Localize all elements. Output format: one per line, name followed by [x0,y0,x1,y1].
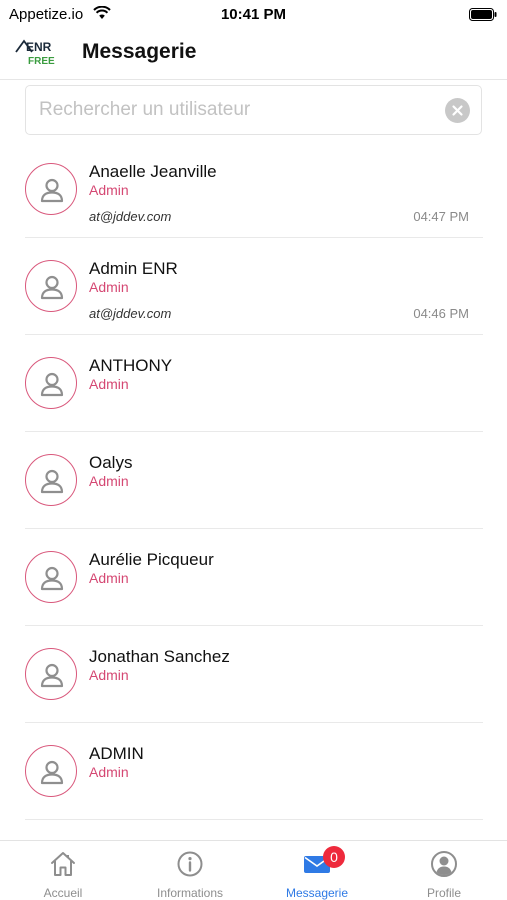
tab-informations[interactable]: Informations [127,841,253,900]
info-icon [176,850,204,878]
user-icon [40,372,64,397]
user-role: Admin [89,667,129,683]
user-role: Admin [89,473,129,489]
tab-profile[interactable]: Profile [381,841,507,900]
user-icon [40,275,64,300]
user-icon [40,178,64,203]
avatar [25,163,77,215]
tab-label: Informations [156,886,224,900]
user-row[interactable]: Admin ENR Admin at@jddev.com 04:46 PM [25,238,483,335]
battery-icon [469,8,497,21]
clock: 10:41 PM [220,6,287,23]
user-row[interactable]: Aurélie Picqueur Admin [25,529,483,626]
user-name: Aurélie Picqueur [89,550,214,569]
user-email: at@jddev.com [89,306,172,321]
user-row[interactable]: Jonathan Sanchez Admin [25,626,483,723]
search-box [25,85,482,135]
user-email: at@jddev.com [89,209,172,224]
avatar [25,357,77,409]
user-list: Anaelle Jeanville Admin at@jddev.com 04:… [0,141,507,820]
user-role: Admin [89,182,129,198]
avatar [25,648,77,700]
message-time: 04:47 PM [413,209,469,224]
tab-label: Profile [426,886,461,900]
user-row[interactable]: ADMIN Admin [25,723,483,820]
home-icon [49,850,77,878]
user-name: Admin ENR [89,259,178,278]
user-name: ANTHONY [89,356,173,375]
user-name: Oalys [89,453,133,472]
page-title: Messagerie [82,40,197,63]
tab-label: Accueil [43,886,83,900]
user-icon [40,663,64,688]
app-header: ENR FREE Messagerie [0,28,507,80]
avatar [25,260,77,312]
user-row[interactable]: Oalys Admin [25,432,483,529]
clear-search-icon[interactable] [445,98,470,123]
user-row[interactable]: ANTHONY Admin [25,335,483,432]
user-icon [40,469,64,494]
unread-badge: 0 [323,846,345,868]
tab-accueil[interactable]: Accueil [0,841,126,900]
user-name: ADMIN [89,744,144,763]
user-role: Admin [89,376,129,392]
user-role: Admin [89,279,129,295]
user-icon [40,566,64,591]
search-input[interactable] [39,86,439,134]
tab-bar: Accueil Informations 0 Messagerie Profil… [0,840,507,900]
avatar [25,551,77,603]
status-bar: Appetize.io 10:41 PM [0,0,507,28]
user-name: Anaelle Jeanville [89,162,217,181]
user-name: Jonathan Sanchez [89,647,230,666]
enr-free-logo: ENR FREE [14,38,60,68]
user-role: Admin [89,764,129,780]
user-icon [40,760,64,785]
svg-text:FREE: FREE [28,56,55,67]
svg-text:ENR: ENR [26,40,52,54]
avatar [25,745,77,797]
message-time: 04:46 PM [413,306,469,321]
user-row[interactable]: Anaelle Jeanville Admin at@jddev.com 04:… [25,141,483,238]
tab-label: Messagerie [285,886,349,900]
user-role: Admin [89,570,129,586]
profile-icon [430,850,458,878]
tab-messagerie[interactable]: 0 Messagerie [254,841,380,900]
avatar [25,454,77,506]
